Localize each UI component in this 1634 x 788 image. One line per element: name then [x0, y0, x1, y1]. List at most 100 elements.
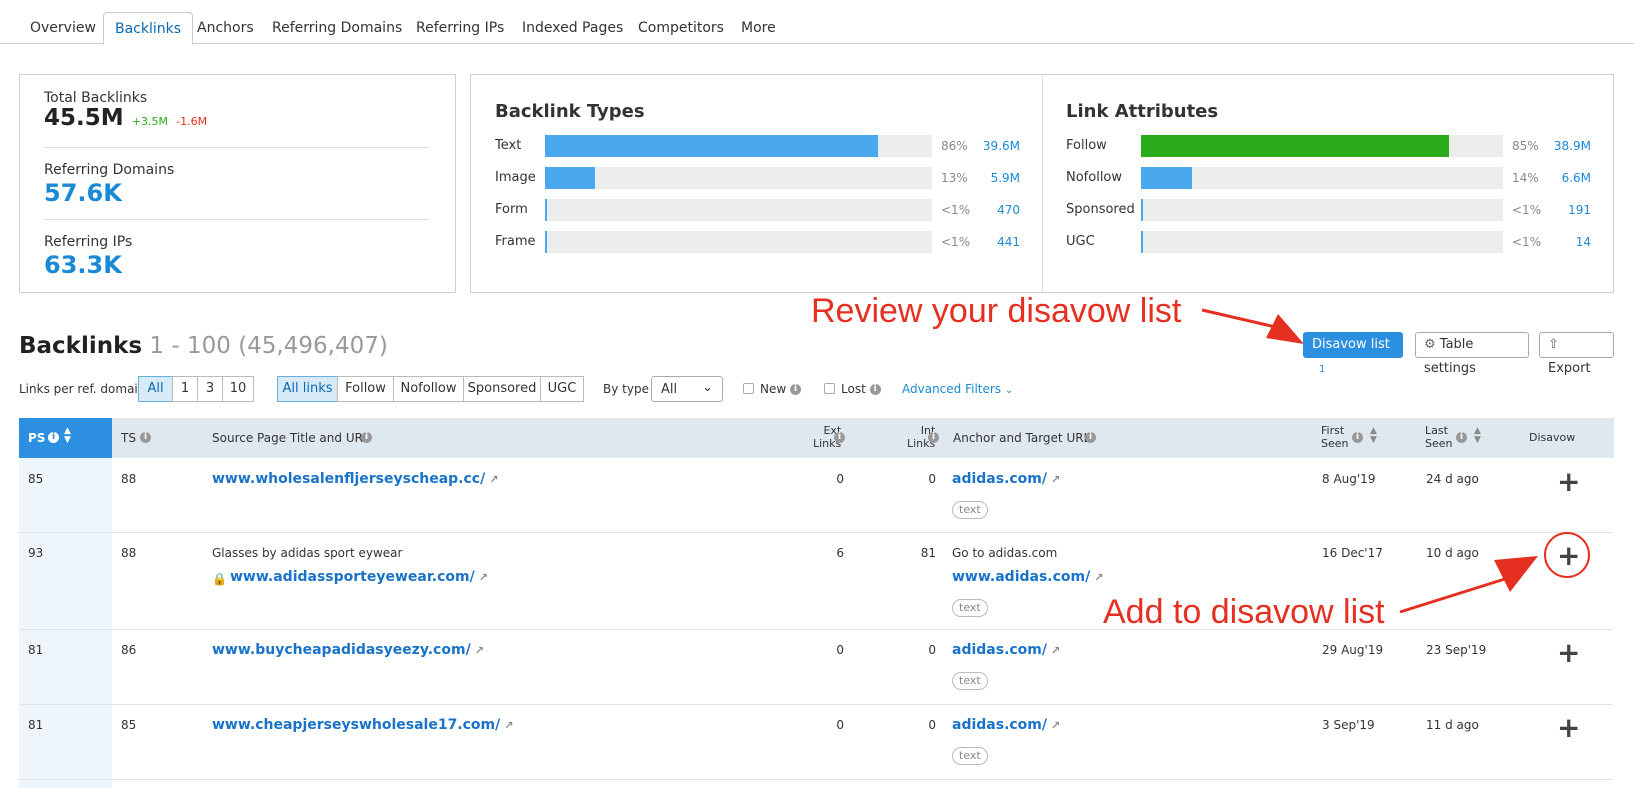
annotation-arrow-review [1201, 308, 1304, 344]
link-attribute-bar-fill [1141, 231, 1143, 253]
link-filter-all[interactable]: All links [277, 376, 338, 402]
external-link-icon[interactable]: ↗ [479, 571, 488, 584]
new-checkbox[interactable] [743, 383, 754, 394]
link-filter-sponsored[interactable]: Sponsored [463, 376, 541, 402]
add-to-disavow-button[interactable]: + [1557, 714, 1580, 742]
backlink-type-label: Form [495, 202, 528, 217]
row-divider [19, 779, 1613, 780]
column-header-last-seen[interactable]: Last Seen i ▲ ▼ [1417, 418, 1521, 458]
info-icon[interactable]: i [790, 384, 802, 395]
lost-checkbox[interactable] [824, 383, 835, 394]
cell-ts: 88 [121, 472, 137, 486]
source-url-link[interactable]: www.adidassporteyewear.com/ ↗ [230, 569, 488, 585]
backlink-type-bar-fill [545, 199, 547, 221]
tab-overview[interactable]: Overview [19, 12, 107, 45]
tab-referring-domains[interactable]: Referring Domains [261, 12, 413, 45]
source-url-link[interactable]: www.cheapjerseyswholesale17.com/↗ [212, 717, 513, 733]
tab-anchors[interactable]: Anchors [186, 12, 265, 45]
row-divider [19, 704, 1613, 705]
info-icon[interactable]: i [48, 432, 59, 443]
divider [44, 147, 429, 148]
link-attribute-label: Nofollow [1066, 170, 1123, 185]
column-header-ext-links[interactable]: Ext Links i [760, 418, 852, 458]
add-to-disavow-button[interactable]: + [1557, 639, 1580, 667]
column-header-anchor[interactable]: Anchor and Target URL i [945, 418, 1313, 458]
backlink-type-count[interactable]: 441 [997, 235, 1020, 249]
column-header-ts[interactable]: TS i [112, 418, 205, 458]
add-to-disavow-button[interactable]: + [1557, 468, 1580, 496]
per-domain-option-1[interactable]: 1 [172, 376, 198, 402]
tab-more[interactable]: More [730, 12, 787, 45]
column-header-source[interactable]: Source Page Title and URL i [205, 418, 760, 458]
backlink-type-count[interactable]: 470 [997, 203, 1020, 217]
link-attribute-percent: 14% [1512, 171, 1539, 185]
source-title: Glasses by adidas sport eywear [212, 546, 403, 560]
backlink-type-count[interactable]: 5.9M [991, 171, 1020, 185]
info-icon[interactable]: i [1352, 432, 1363, 443]
row-divider [19, 532, 1613, 533]
info-icon[interactable]: i [928, 432, 939, 443]
sort-icon[interactable]: ▲ ▼ [64, 427, 71, 445]
info-icon[interactable]: i [361, 432, 372, 443]
external-link-icon[interactable]: ↗ [1051, 719, 1060, 732]
column-header-ps[interactable]: PS i ▲ ▼ [19, 418, 112, 458]
cell-ps: 81 [28, 643, 44, 657]
table-settings-button[interactable]: ⚙ Table settings [1415, 332, 1529, 376]
link-attribute-count[interactable]: 6.6M [1562, 171, 1591, 185]
cell-int-links: 0 [928, 718, 936, 732]
link-attribute-label: Follow [1066, 138, 1107, 153]
backlink-type-count[interactable]: 39.6M [983, 139, 1020, 153]
link-attribute-count[interactable]: 191 [1568, 203, 1591, 217]
export-button[interactable]: ⇧ Export [1539, 332, 1614, 376]
column-header-int-links[interactable]: Int Links i [852, 418, 945, 458]
tab-competitors[interactable]: Competitors [627, 12, 735, 45]
external-link-icon[interactable]: ↗ [504, 719, 513, 732]
sort-icon[interactable]: ▲ ▼ [1370, 427, 1377, 445]
backlink-type-bar [545, 135, 932, 157]
target-url-link[interactable]: adidas.com/↗ [952, 717, 1060, 733]
target-url-link[interactable]: adidas.com/↗ [952, 471, 1060, 487]
source-url-link[interactable]: www.buycheapadidasyeezy.com/ ↗ [212, 642, 484, 658]
external-link-icon[interactable]: ↗ [1051, 644, 1060, 657]
tab-referring-ips[interactable]: Referring IPs [405, 12, 515, 45]
target-url-link[interactable]: adidas.com/↗ [952, 642, 1060, 658]
column-header-disavow: Disavow [1521, 418, 1614, 458]
link-filter-nofollow[interactable]: Nofollow [393, 376, 464, 402]
cell-last-seen: 23 Sep'19 [1426, 643, 1487, 657]
backlink-type-bar-fill [545, 135, 878, 157]
link-filter-follow[interactable]: Follow [337, 376, 394, 402]
info-icon[interactable]: i [869, 384, 881, 395]
target-url-link[interactable]: www.adidas.com/↗ [952, 569, 1103, 585]
per-domain-option-10[interactable]: 10 [222, 376, 254, 402]
ts-header-label: TS [121, 431, 136, 445]
by-type-select[interactable]: All ⌄ [651, 376, 723, 402]
info-icon[interactable]: i [1456, 432, 1467, 443]
external-link-icon[interactable]: ↗ [489, 473, 498, 486]
total-backlinks-gain: +3.5M [131, 115, 168, 128]
external-link-icon[interactable]: ↗ [1051, 473, 1060, 486]
info-icon[interactable]: i [834, 432, 845, 443]
source-url-link[interactable]: www.wholesalenfljerseyscheap.cc/↗ [212, 471, 498, 487]
referring-ips-value[interactable]: 63.3K [44, 251, 122, 279]
referring-domains-value[interactable]: 57.6K [44, 179, 122, 207]
backlink-type-label: Frame [495, 234, 536, 249]
info-icon[interactable]: i [140, 432, 151, 443]
per-domain-option-all[interactable]: All [138, 376, 173, 402]
link-filter-ugc[interactable]: UGC [540, 376, 584, 402]
column-header-first-seen[interactable]: First Seen i ▲ ▼ [1313, 418, 1417, 458]
tab-indexed-pages[interactable]: Indexed Pages [511, 12, 634, 45]
external-link-icon[interactable]: ↗ [475, 644, 484, 657]
info-icon[interactable]: i [1085, 432, 1096, 443]
tab-backlinks[interactable]: Backlinks [103, 12, 194, 45]
sort-icon[interactable]: ▲ ▼ [1474, 427, 1481, 445]
cell-ext-links: 0 [836, 472, 844, 486]
link-attribute-percent: <1% [1512, 235, 1542, 249]
per-domain-option-3[interactable]: 3 [197, 376, 223, 402]
external-link-icon[interactable]: ↗ [1094, 571, 1103, 584]
disavow-list-button[interactable]: Disavow list 1 [1303, 332, 1403, 376]
lost-label: Lost i [841, 382, 881, 396]
advanced-filters-link[interactable]: Advanced Filters ⌄ [902, 382, 1013, 396]
link-attribute-count[interactable]: 14 [1576, 235, 1591, 249]
link-attribute-count[interactable]: 38.9M [1554, 139, 1591, 153]
cell-ts: 85 [121, 718, 137, 732]
